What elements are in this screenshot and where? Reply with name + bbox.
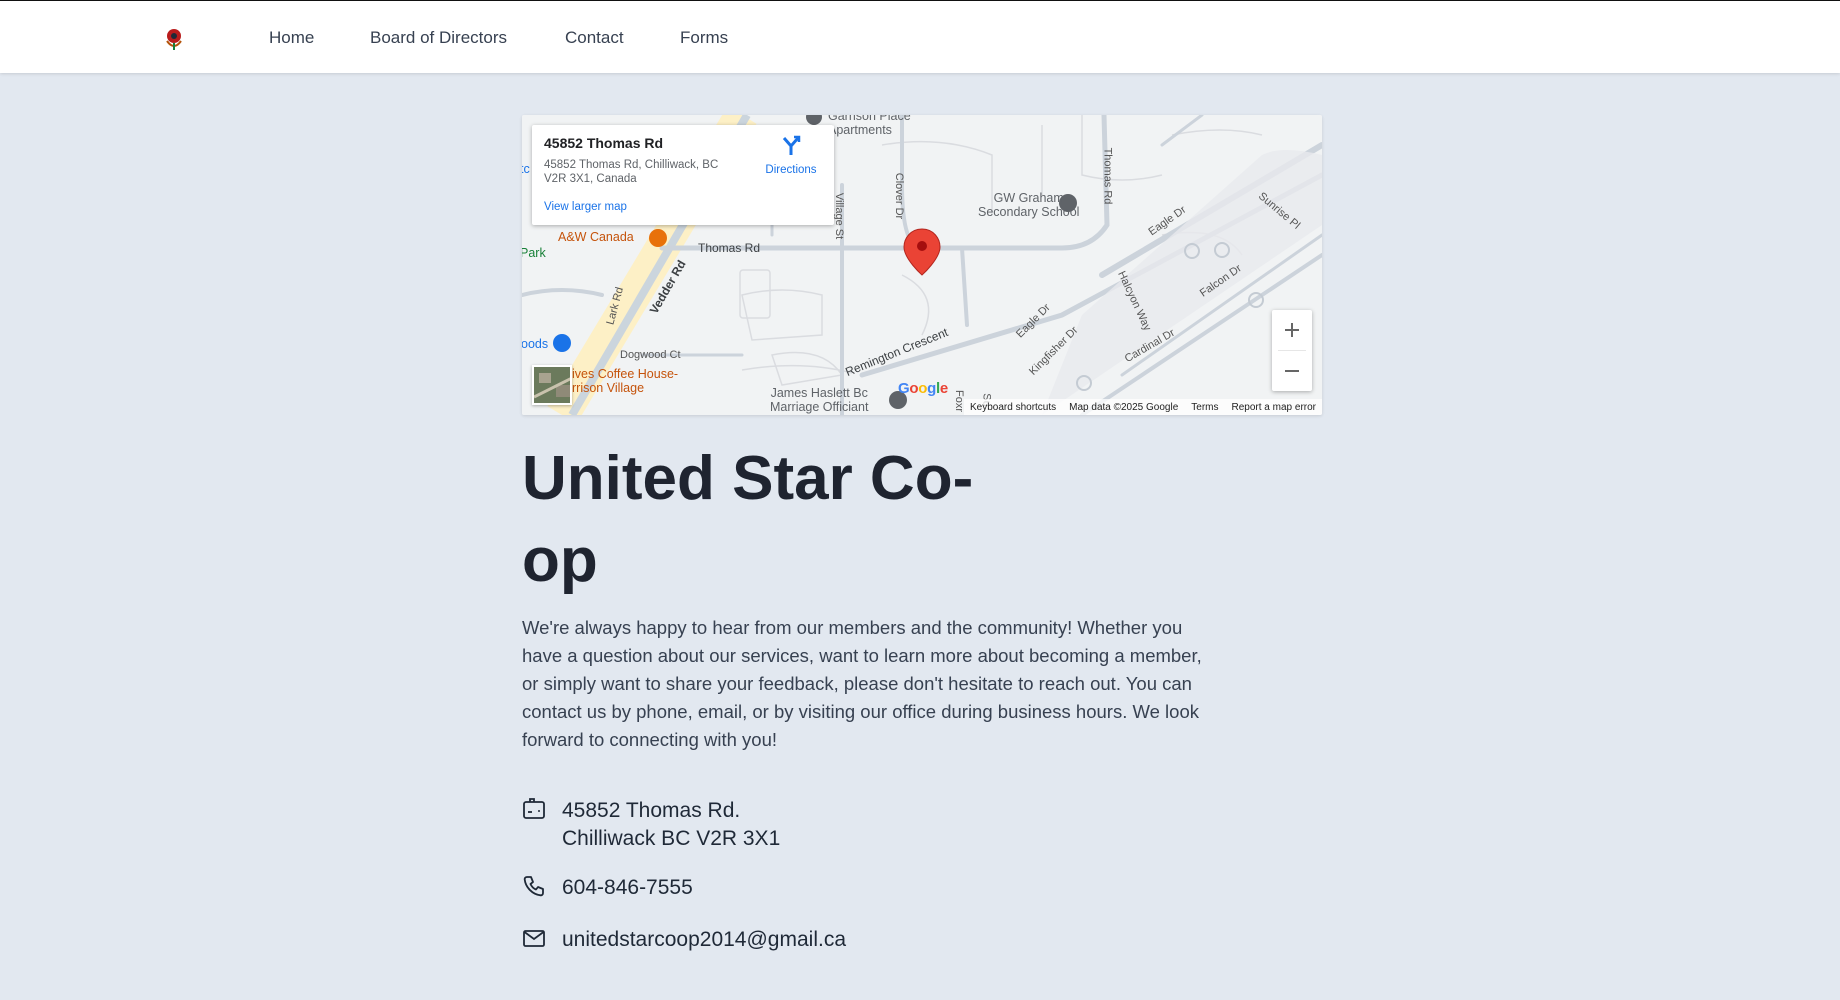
envelope-icon	[523, 930, 545, 947]
map-data-attribution: Map data ©2025 Google	[1069, 401, 1179, 413]
minus-icon	[1285, 370, 1299, 372]
top-navigation: Home Board of Directors Contact Forms	[0, 0, 1840, 73]
page-title: United Star Co-op	[522, 444, 974, 595]
nav-home[interactable]: Home	[269, 28, 314, 48]
contact-phone: 604-846-7555	[522, 874, 693, 899]
directions-button[interactable]: Directions	[756, 135, 826, 176]
street-thomas-rd: Thomas Rd	[698, 241, 761, 255]
keyboard-shortcuts-link[interactable]: Keyboard shortcuts	[970, 402, 1056, 413]
flower-logo-icon[interactable]	[163, 27, 185, 51]
map-place-card: 45852 Thomas Rd 45852 Thomas Rd, Chilliw…	[532, 125, 834, 225]
street-thomas-rd-vertical: Thomas Rd	[1101, 147, 1114, 205]
zoom-in-button[interactable]	[1272, 310, 1312, 350]
address-line-2: Chilliwack BC V2R 3X1	[562, 827, 781, 850]
street-dogwood-ct: Dogwood Ct	[620, 349, 681, 361]
zoom-controls	[1272, 310, 1312, 391]
poi-woods[interactable]: oods	[522, 337, 548, 351]
report-map-error-link[interactable]: Report a map error	[1232, 402, 1316, 413]
google-map-embed[interactable]: A&W Canada GW Graham Secondary School Pa…	[522, 115, 1322, 415]
directions-icon	[782, 135, 801, 155]
poi-aw-canada[interactable]: A&W Canada	[558, 230, 634, 244]
phone-icon	[523, 876, 544, 897]
poi-gw-graham[interactable]: GW Graham Secondary School	[978, 191, 1079, 219]
intro-paragraph: We're always happy to hear from our memb…	[522, 617, 1202, 750]
google-logo: Google	[898, 380, 948, 397]
poi-left-edge[interactable]: tc	[522, 162, 530, 176]
street-village-st: Village St	[833, 192, 846, 240]
place-card-title: 45852 Thomas Rd	[544, 135, 664, 151]
nav-forms[interactable]: Forms	[680, 28, 728, 48]
mailbox-icon	[523, 798, 545, 819]
poi-coffee-house[interactable]: ives Coffee House- rrison Village	[572, 367, 678, 395]
satellite-view-toggle[interactable]	[532, 365, 572, 405]
nav-board-of-directors[interactable]: Board of Directors	[370, 28, 507, 48]
email-link[interactable]: unitedstarcoop2014@gmail.ca	[562, 926, 846, 954]
contact-email: unitedstarcoop2014@gmail.ca	[522, 926, 846, 951]
map-footer: Keyboard shortcuts Map data ©2025 Google…	[963, 399, 1322, 415]
place-card-address: 45852 Thomas Rd, Chilliwack, BC V2R 3X1,…	[544, 159, 719, 185]
satellite-thumbnail-icon	[534, 367, 570, 403]
address-line-1: 45852 Thomas Rd.	[562, 799, 741, 822]
nav-contact[interactable]: Contact	[565, 28, 624, 48]
directions-label: Directions	[765, 164, 817, 176]
poi-garrison-apartments[interactable]: Garrison Place Apartments	[828, 115, 911, 137]
phone-number-link[interactable]: 604-846-7555	[562, 874, 693, 902]
view-larger-map-link[interactable]: View larger map	[544, 201, 627, 213]
terms-link[interactable]: Terms	[1191, 402, 1218, 413]
zoom-out-button[interactable]	[1272, 351, 1312, 391]
poi-park[interactable]: Park	[522, 246, 546, 260]
poi-james-haslett[interactable]: James Haslett Bc Marriage Officiant	[770, 386, 868, 414]
street-clover-dr: Clover Dr	[893, 172, 906, 220]
plus-icon	[1285, 323, 1299, 337]
contact-address: 45852 Thomas Rd. Chilliwack BC V2R 3X1	[522, 797, 780, 850]
